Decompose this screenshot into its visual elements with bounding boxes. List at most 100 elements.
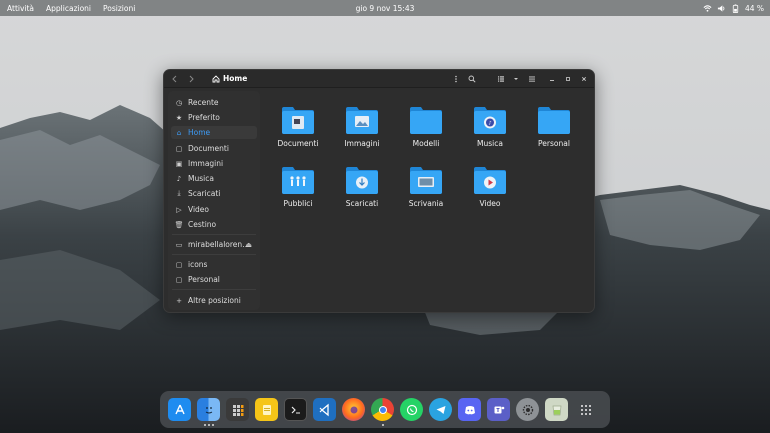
folder-item[interactable]: Pubblici — [266, 165, 330, 221]
dock-trash[interactable] — [545, 398, 568, 421]
sidebar-item-bookmark-personal[interactable]: ▢ Personal — [171, 273, 257, 286]
image-icon: ▣ — [175, 159, 183, 168]
eject-icon[interactable]: ⏏ — [245, 241, 252, 249]
sidebar-item-device[interactable]: ▭ mirabellaloren… ⏏ — [171, 238, 257, 251]
activities-button[interactable]: Attività — [7, 4, 34, 13]
file-label: Documenti — [277, 139, 319, 148]
folder-desktop-icon — [410, 167, 442, 194]
running-indicator — [208, 424, 210, 426]
forward-button[interactable] — [185, 73, 197, 85]
dock-notes[interactable] — [255, 398, 278, 421]
sidebar-item-videos[interactable]: ▷ Video — [171, 203, 257, 216]
app-store-icon — [174, 404, 185, 414]
back-button[interactable] — [169, 73, 181, 85]
sidebar-item-label: Preferito — [188, 113, 220, 122]
folder-item[interactable]: Scrivania — [394, 165, 458, 221]
sidebar-divider — [172, 289, 256, 290]
minimize-button[interactable] — [546, 73, 558, 85]
sidebar-item-downloads[interactable]: ⤓ Scaricati — [171, 187, 257, 200]
maximize-button[interactable] — [562, 73, 574, 85]
folder-documents-icon — [282, 107, 314, 134]
sidebar-item-label: Documenti — [188, 144, 229, 153]
sidebar-item-favorites[interactable]: ★ Preferito — [171, 111, 257, 124]
folder-downloads-icon — [346, 167, 378, 194]
sidebar-item-label: Cestino — [188, 220, 217, 229]
folder-templates-icon — [410, 107, 442, 134]
menu-button[interactable] — [450, 73, 462, 85]
dock-terminal[interactable] — [284, 398, 307, 421]
view-options-button[interactable] — [510, 73, 522, 85]
search-icon — [468, 75, 476, 83]
folder-icon: ▢ — [175, 275, 183, 284]
close-button[interactable] — [578, 73, 590, 85]
folder-icon: ▢ — [175, 260, 183, 269]
path-bar[interactable]: Home — [212, 74, 247, 83]
notes-icon — [262, 404, 271, 415]
sidebar-item-label: Personal — [188, 275, 220, 284]
file-label: Personal — [538, 139, 570, 148]
folder-item[interactable]: Modelli — [394, 105, 458, 161]
app-grid-icon — [580, 404, 591, 415]
whatsapp-icon — [406, 404, 417, 415]
chevron-left-icon — [172, 75, 177, 83]
dock-app-grid[interactable] — [574, 398, 597, 421]
dock — [160, 391, 610, 428]
sidebar-item-pictures[interactable]: ▣ Immagini — [171, 157, 257, 170]
folder-pictures-icon — [346, 107, 378, 134]
folder-item[interactable]: Documenti — [266, 105, 330, 161]
folder-item[interactable]: ♪ Musica — [458, 105, 522, 161]
header-bar: Home — [164, 70, 594, 88]
system-tray[interactable]: 44 % — [703, 0, 764, 16]
sidebar-item-bookmark-icons[interactable]: ▢ icons — [171, 258, 257, 271]
star-icon: ★ — [175, 113, 183, 122]
sidebar-item-home[interactable]: ⌂ Home — [171, 126, 257, 139]
sidebar-item-trash[interactable]: 🗑 Cestino — [171, 218, 257, 231]
sidebar-item-recent[interactable]: ◷ Recente — [171, 96, 257, 109]
sidebar: ◷ Recente ★ Preferito ⌂ Home ▢ Documenti… — [168, 91, 260, 310]
dock-firefox[interactable] — [342, 398, 365, 421]
dock-app-store[interactable] — [168, 398, 191, 421]
applications-menu[interactable]: Applicazioni — [46, 4, 91, 13]
sidebar-item-label: icons — [188, 260, 208, 269]
hamburger-menu-button[interactable] — [526, 73, 538, 85]
sidebar-item-music[interactable]: ♪ Musica — [171, 172, 257, 185]
file-label: Pubblici — [283, 199, 313, 208]
folder-personal-icon — [538, 107, 570, 134]
dock-calculator[interactable] — [226, 398, 249, 421]
list-view-icon — [498, 76, 504, 82]
search-button[interactable] — [466, 73, 478, 85]
file-label: Video — [479, 199, 501, 208]
folder-item[interactable]: Immagini — [330, 105, 394, 161]
computer-icon: ▭ — [175, 240, 183, 249]
minimize-icon — [550, 80, 554, 81]
clock-icon: ◷ — [175, 98, 183, 107]
sidebar-item-other-locations[interactable]: + Altre posizioni — [171, 294, 257, 307]
view-list-button[interactable] — [495, 73, 507, 85]
places-menu[interactable]: Posizioni — [103, 4, 135, 13]
trash-icon: 🗑 — [174, 220, 184, 229]
dock-vscode[interactable] — [313, 398, 336, 421]
folder-item[interactable]: Scaricati — [330, 165, 394, 221]
dock-telegram[interactable] — [429, 398, 452, 421]
folder-videos-icon — [474, 167, 506, 194]
sidebar-item-label: Scaricati — [188, 189, 221, 198]
discord-icon — [464, 405, 475, 414]
folder-music-icon: ♪ — [474, 107, 506, 134]
dock-whatsapp[interactable] — [400, 398, 423, 421]
sidebar-item-documents[interactable]: ▢ Documenti — [171, 142, 257, 155]
gear-icon — [522, 404, 533, 415]
folder-item[interactable]: Personal — [522, 105, 586, 161]
battery-icon — [732, 3, 739, 13]
dock-settings[interactable] — [516, 398, 539, 421]
dock-discord[interactable] — [458, 398, 481, 421]
sidebar-item-label: Altre posizioni — [188, 296, 241, 305]
dock-chrome[interactable] — [371, 398, 394, 426]
calculator-icon — [232, 404, 243, 416]
home-icon — [212, 74, 220, 82]
folder-item[interactable]: Video — [458, 165, 522, 221]
dock-teams[interactable] — [487, 398, 510, 421]
sidebar-item-label: Immagini — [188, 159, 224, 168]
dock-finder[interactable] — [197, 398, 220, 426]
sidebar-item-label: Video — [188, 205, 210, 214]
firefox-icon — [350, 406, 357, 413]
